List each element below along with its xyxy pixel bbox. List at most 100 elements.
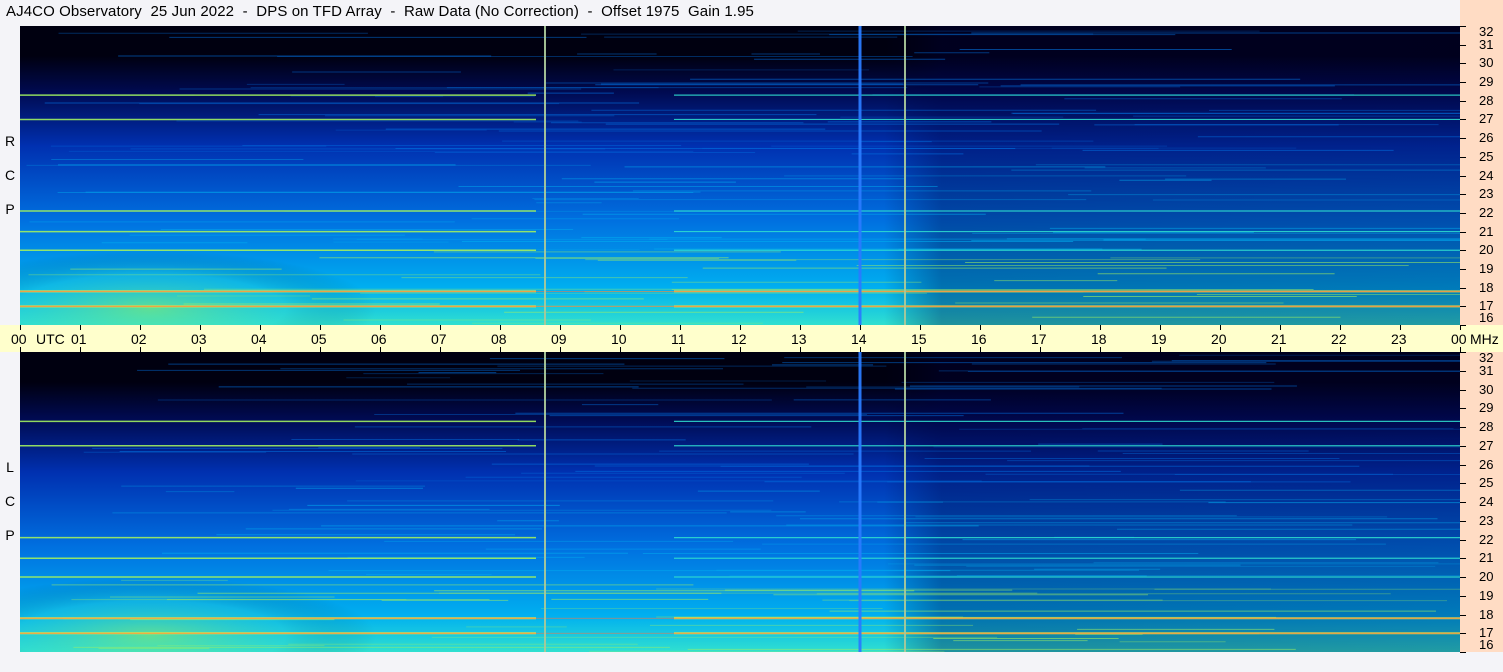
- freq-tick: [1460, 408, 1466, 410]
- freq-tick: [1460, 175, 1466, 177]
- time-tick: [620, 325, 621, 330]
- freq-tick: [1460, 325, 1466, 326]
- rcp-label-c: C: [4, 167, 16, 183]
- freq-tick: [1460, 194, 1466, 196]
- time-tick-label: 00: [1451, 331, 1467, 347]
- freq-tick-label: 19: [1479, 587, 1494, 603]
- freq-tick: [1460, 82, 1466, 84]
- freq-tick-label: 28: [1479, 419, 1494, 434]
- time-tick-label: 14: [851, 331, 867, 347]
- time-tick: [1340, 325, 1341, 330]
- time-tick: [380, 325, 381, 330]
- freq-tick-label: 26: [1479, 130, 1494, 146]
- time-tick: [320, 325, 321, 330]
- freq-tick: [1460, 633, 1466, 635]
- time-tick: [980, 325, 981, 330]
- rcp-spectrogram: [20, 26, 1460, 325]
- freq-tick-label: 19: [1479, 260, 1494, 276]
- time-tick: [260, 325, 261, 330]
- time-tick-label: 07: [431, 331, 447, 347]
- freq-tick: [1460, 652, 1466, 653]
- freq-tick-label: 23: [1479, 512, 1494, 528]
- time-tick: [1040, 325, 1041, 330]
- freq-tick-label: 32: [1479, 24, 1494, 39]
- freq-tick: [1460, 595, 1466, 597]
- mhz-unit-label: MHz: [1470, 331, 1499, 347]
- freq-tick-label: 27: [1479, 111, 1494, 127]
- time-tick: [1220, 325, 1221, 330]
- lcp-label-p: P: [5, 527, 15, 543]
- time-tick-label: 00: [11, 331, 27, 347]
- time-tick-label: 13: [791, 331, 807, 347]
- time-tick-label: 02: [131, 331, 147, 347]
- lcp-heatmap-svg: [20, 352, 1460, 652]
- time-tick: [440, 325, 441, 330]
- freq-tick: [1460, 231, 1466, 233]
- freq-tick-label: 32: [1479, 350, 1494, 365]
- time-tick-label: 23: [1391, 331, 1407, 347]
- freq-tick-label: 20: [1479, 242, 1494, 258]
- freq-tick-label: 21: [1479, 223, 1494, 239]
- freq-tick: [1460, 483, 1466, 485]
- rcp-frequency-axis: 16 17 18 19 20 21 22 23 24 25 26 27 28 29 30 31 32: [1460, 24, 1503, 326]
- time-tick-label: 03: [191, 331, 207, 347]
- freq-tick-label: 27: [1479, 437, 1494, 453]
- time-tick: [920, 325, 921, 330]
- freq-tick: [1460, 614, 1466, 616]
- time-tick-label: 21: [1271, 331, 1287, 347]
- freq-tick-label: 30: [1479, 55, 1494, 71]
- time-tick-label: 16: [971, 331, 987, 347]
- freq-tick-label: 20: [1479, 569, 1494, 584]
- time-tick: [1160, 325, 1161, 330]
- freq-tick: [1460, 287, 1466, 289]
- lcp-spectrogram: [20, 352, 1460, 652]
- freq-tick: [1460, 352, 1466, 353]
- time-tick-label: 11: [671, 331, 686, 347]
- freq-tick: [1460, 100, 1466, 102]
- lcp-label-l: L: [6, 459, 14, 475]
- rcp-label-p: P: [5, 201, 15, 217]
- freq-tick: [1460, 212, 1466, 214]
- chart-title: AJ4CO Observatory 25 Jun 2022 - DPS on T…: [6, 3, 754, 20]
- time-tick: [80, 325, 81, 330]
- freq-tick: [1460, 389, 1466, 391]
- freq-tick-label: 25: [1479, 148, 1494, 164]
- freq-tick-label: 18: [1479, 606, 1494, 622]
- freq-tick-label: 24: [1479, 494, 1494, 509]
- utc-unit-label: UTC: [36, 331, 65, 347]
- freq-tick-label: 29: [1479, 74, 1494, 90]
- time-tick-label: 12: [731, 331, 747, 347]
- time-tick-label: 01: [71, 331, 87, 347]
- freq-tick: [1460, 306, 1466, 308]
- freq-tick-label: 28: [1479, 92, 1494, 108]
- time-tick-label: 18: [1091, 331, 1107, 347]
- freq-tick-label: 22: [1479, 531, 1494, 547]
- freq-tick: [1460, 63, 1466, 65]
- freq-tick: [1460, 250, 1466, 252]
- freq-tick-label: 17: [1479, 625, 1494, 641]
- time-tick: [560, 325, 561, 330]
- freq-tick-label: 31: [1479, 362, 1494, 378]
- time-tick: [140, 325, 141, 330]
- freq-tick: [1460, 44, 1466, 46]
- freq-tick: [1460, 138, 1466, 140]
- freq-tick-label: 26: [1479, 456, 1494, 472]
- freq-tick: [1460, 577, 1466, 578]
- time-tick-label: 06: [371, 331, 387, 347]
- time-tick-label: 10: [611, 331, 627, 347]
- lcp-frequency-axis: 16 17 18 19 20 21 22 23 24 25 26 27 28 29 30 31 32: [1460, 350, 1503, 653]
- freq-tick: [1460, 156, 1466, 158]
- lcp-label-c: C: [4, 493, 16, 509]
- time-tick-label: 17: [1031, 331, 1047, 347]
- time-tick: [500, 325, 501, 330]
- time-tick: [200, 325, 201, 330]
- freq-tick: [1460, 539, 1466, 541]
- time-tick-label: 15: [911, 331, 927, 347]
- rcp-label-r: R: [4, 133, 16, 149]
- freq-tick-label: 21: [1479, 550, 1494, 566]
- time-tick-label: 20: [1211, 331, 1227, 347]
- time-tick: [800, 325, 801, 330]
- time-tick: [860, 325, 861, 330]
- time-tick: [20, 325, 21, 330]
- freq-tick: [1460, 119, 1466, 121]
